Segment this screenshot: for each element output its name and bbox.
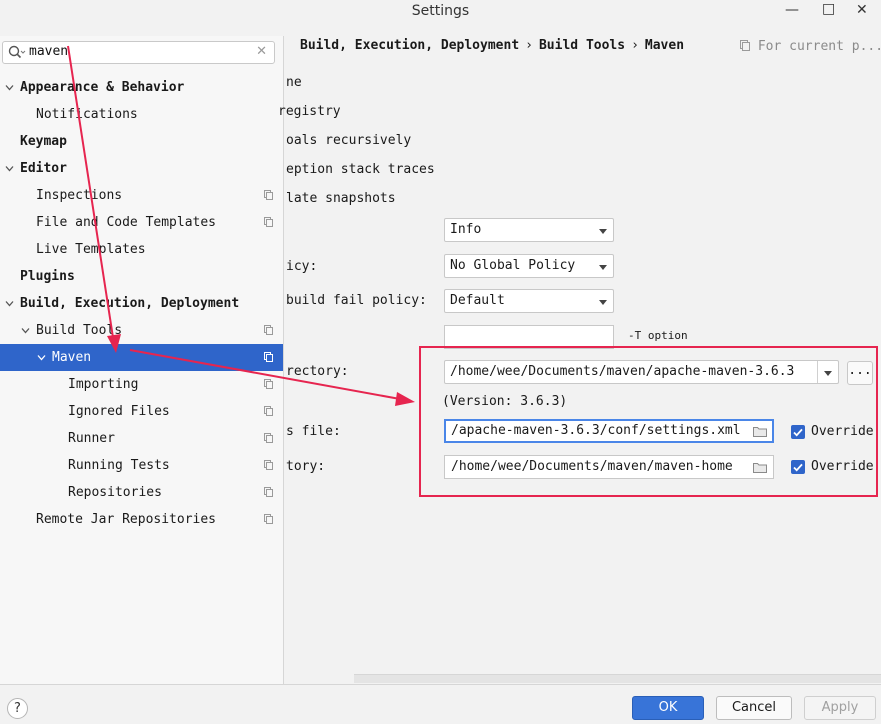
project-scope-icon xyxy=(264,406,273,416)
project-scope-icon xyxy=(264,325,273,335)
breadcrumb: Build, Execution, Deployment › Build Tools… xyxy=(300,38,684,53)
sidebar-item-label: Running Tests xyxy=(68,458,170,473)
chevron-down-icon[interactable] xyxy=(5,164,14,173)
sidebar-item-label: Notifications xyxy=(36,107,138,122)
checksum-policy-value: No Global Policy xyxy=(450,258,576,273)
apply-button[interactable]: Apply xyxy=(804,696,876,720)
sidebar-item-label: Ignored Files xyxy=(68,404,170,419)
minimize-icon[interactable]: — xyxy=(785,2,799,18)
project-scope-icon xyxy=(264,433,273,443)
cancel-button[interactable]: Cancel xyxy=(716,696,792,720)
sidebar-item-notifications[interactable]: Notifications xyxy=(0,101,283,128)
chevron-down-icon[interactable] xyxy=(5,299,14,308)
fail-policy-value: Default xyxy=(450,293,505,308)
print-exception-stack-traces-label[interactable]: eption stack traces xyxy=(286,162,435,177)
sidebar-item-label: File and Code Templates xyxy=(36,215,217,230)
sidebar-item-maven[interactable]: Maven xyxy=(0,344,283,371)
for-current-project: For current p... xyxy=(740,39,881,54)
sidebar-item-label: Live Templates xyxy=(36,242,146,257)
chevron-down-icon xyxy=(599,229,607,234)
chevron-down-icon[interactable] xyxy=(37,353,46,362)
project-scope-icon xyxy=(264,190,273,200)
maximize-icon[interactable]: □ xyxy=(822,1,835,17)
sidebar-item-label: Maven xyxy=(52,350,92,365)
work-offline-label[interactable]: ne xyxy=(286,75,302,90)
sidebar-item-label: Build Tools xyxy=(36,323,123,338)
ok-button[interactable]: OK xyxy=(632,696,704,720)
sidebar-item-label: Build, Execution, Deployment xyxy=(20,296,240,311)
plugin-registry-label[interactable]: registry xyxy=(278,104,341,119)
sidebar-item-label: Runner xyxy=(68,431,115,446)
sidebar-item-label: Importing xyxy=(68,377,139,392)
copy-icon xyxy=(740,40,750,51)
highlight-box xyxy=(419,346,878,497)
project-scope-icon xyxy=(264,379,273,389)
close-icon[interactable]: ✕ xyxy=(856,2,868,18)
user-settings-label: s file: xyxy=(286,424,341,439)
sidebar-item-runner[interactable]: Runner xyxy=(0,425,283,452)
sidebar-item-ignored-files[interactable]: Ignored Files xyxy=(0,398,283,425)
sidebar-item-editor[interactable]: Editor xyxy=(0,155,283,182)
update-snapshots-label[interactable]: late snapshots xyxy=(286,191,396,206)
sidebar-item-file-and-code-templates[interactable]: File and Code Templates xyxy=(0,209,283,236)
sidebar-item-remote-jar-repositories[interactable]: Remote Jar Repositories xyxy=(0,506,283,533)
execute-goals-recursively-label[interactable]: oals recursively xyxy=(286,133,411,148)
chevron-down-icon xyxy=(599,265,607,270)
for-current-text: For current p... xyxy=(757,39,881,54)
clear-search-icon[interactable]: ✕ xyxy=(256,44,267,59)
multiproject-fail-policy-label: build fail policy: xyxy=(286,293,427,308)
dialog-button-bar: ? OK Cancel Apply xyxy=(0,684,881,724)
project-scope-icon xyxy=(264,460,273,470)
window-title: Settings xyxy=(411,3,470,19)
sidebar-item-keymap[interactable]: Keymap xyxy=(0,128,283,155)
sidebar-item-label: Appearance & Behavior xyxy=(20,80,185,95)
search-input[interactable]: maven ✕ xyxy=(2,41,275,64)
checksum-policy-select[interactable]: No Global Policy xyxy=(444,254,614,278)
sidebar-item-plugins[interactable]: Plugins xyxy=(0,263,283,290)
fail-policy-select[interactable]: Default xyxy=(444,289,614,313)
search-icon xyxy=(8,45,26,59)
sidebar-item-build-execution-deployment[interactable]: Build, Execution, Deployment xyxy=(0,290,283,317)
title-bar: Settings — □ ✕ xyxy=(0,0,881,24)
search-text: maven xyxy=(29,44,69,59)
breadcrumb-build-tools[interactable]: Build Tools xyxy=(539,38,625,53)
checksum-policy-label: icy: xyxy=(286,259,318,274)
sidebar-item-appearance-behavior[interactable]: Appearance & Behavior xyxy=(0,74,283,101)
t-option-hint: -T option xyxy=(628,329,688,342)
project-scope-icon xyxy=(264,352,273,362)
project-scope-icon xyxy=(264,487,273,497)
project-scope-icon xyxy=(264,217,273,227)
breadcrumb-build-execution[interactable]: Build, Execution, Deployment xyxy=(300,38,519,53)
sidebar-item-repositories[interactable]: Repositories xyxy=(0,479,283,506)
project-scope-icon xyxy=(264,514,273,524)
breadcrumb-separator: › xyxy=(631,38,639,53)
output-level-value: Info xyxy=(450,222,482,237)
chevron-down-icon[interactable] xyxy=(5,83,14,92)
sidebar-item-running-tests[interactable]: Running Tests xyxy=(0,452,283,479)
annotation-arrowhead xyxy=(395,392,415,406)
local-repository-label: tory: xyxy=(286,459,326,474)
output-level-select[interactable]: Info xyxy=(444,218,614,242)
sidebar-item-live-templates[interactable]: Live Templates xyxy=(0,236,283,263)
horizontal-scrollbar[interactable] xyxy=(354,674,881,683)
maven-home-label: rectory: xyxy=(286,364,349,379)
chevron-down-icon[interactable] xyxy=(21,326,30,335)
sidebar-item-label: Inspections xyxy=(36,188,123,203)
chevron-down-icon xyxy=(599,300,607,305)
breadcrumb-separator: › xyxy=(525,38,533,53)
sidebar-item-label: Remote Jar Repositories xyxy=(36,512,217,527)
sidebar-item-build-tools[interactable]: Build Tools xyxy=(0,317,283,344)
breadcrumb-maven: Maven xyxy=(644,38,685,53)
sidebar-item-label: Keymap xyxy=(20,134,67,149)
sidebar-item-label: Plugins xyxy=(20,269,75,284)
sidebar-item-label: Repositories xyxy=(68,485,162,500)
sidebar-item-inspections[interactable]: Inspections xyxy=(0,182,283,209)
sidebar-item-label: Editor xyxy=(20,161,67,176)
help-button[interactable]: ? xyxy=(7,698,28,719)
settings-sidebar: maven ✕ Appearance & Behavior Notificatio… xyxy=(0,36,284,684)
sidebar-item-importing[interactable]: Importing xyxy=(0,371,283,398)
